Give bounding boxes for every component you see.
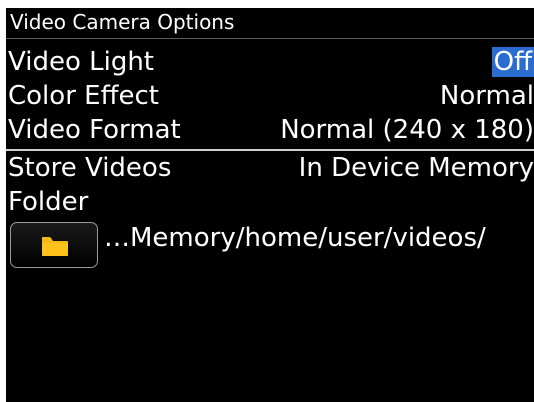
- video-format-option[interactable]: Video Format Normal (240 x 180): [6, 113, 534, 147]
- folder-path-text: …Memory/home/user/videos/: [104, 223, 486, 253]
- title-bar: Video Camera Options: [6, 8, 534, 39]
- store-videos-label: Store Videos: [8, 153, 172, 183]
- store-videos-option[interactable]: Store Videos In Device Memory: [6, 151, 534, 185]
- page-title: Video Camera Options: [10, 10, 235, 34]
- folder-browse-button[interactable]: [10, 222, 98, 268]
- color-effect-option[interactable]: Color Effect Normal: [6, 79, 534, 113]
- video-light-label: Video Light: [8, 47, 154, 77]
- store-videos-value[interactable]: In Device Memory: [299, 151, 534, 185]
- video-format-value[interactable]: Normal (240 x 180): [280, 113, 534, 147]
- folder-icon: [42, 237, 68, 256]
- color-effect-label: Color Effect: [8, 81, 159, 111]
- folder-label: Folder: [8, 187, 89, 217]
- video-format-label: Video Format: [8, 115, 181, 145]
- color-effect-value[interactable]: Normal: [440, 79, 534, 113]
- options-screen: Video Camera Options Video Light Off Col…: [6, 8, 534, 402]
- video-light-option[interactable]: Video Light Off: [6, 45, 534, 79]
- video-light-value[interactable]: Off: [491, 47, 534, 77]
